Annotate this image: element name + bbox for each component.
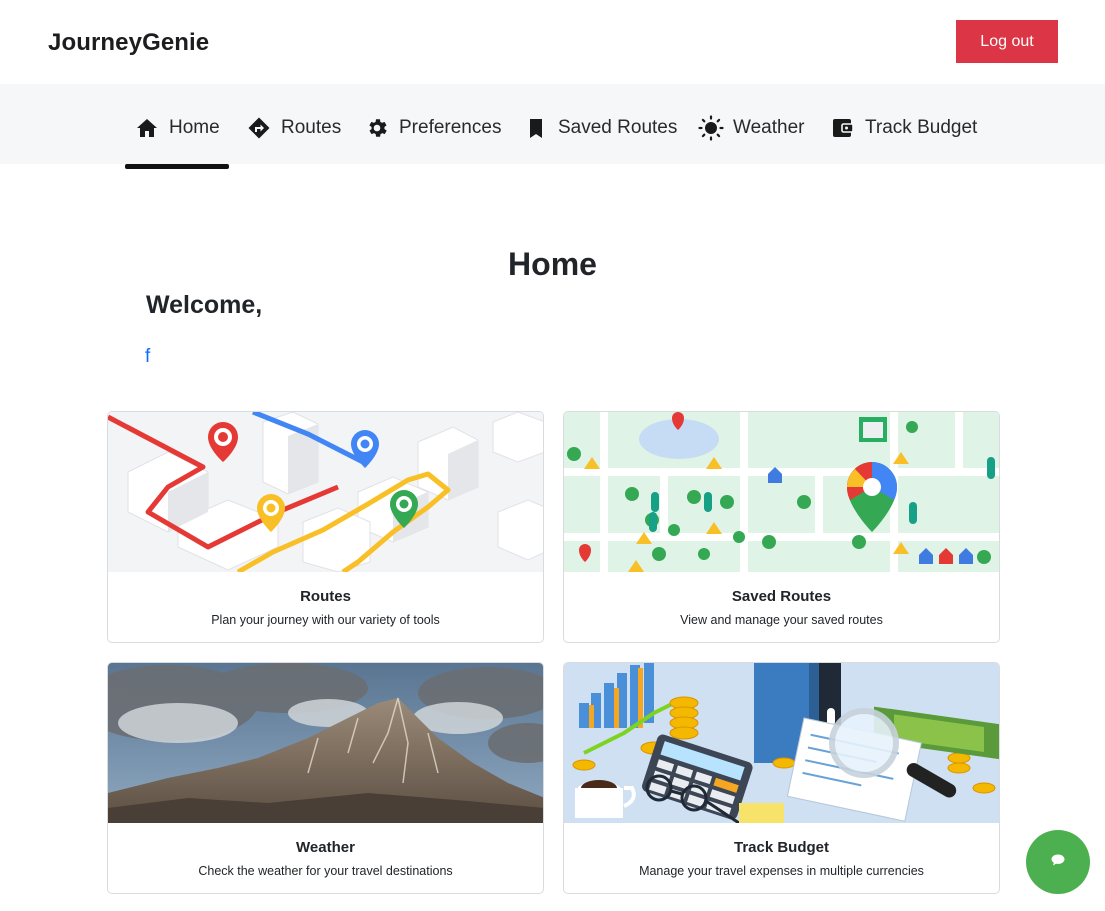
gear-icon bbox=[364, 115, 390, 141]
card-title: Routes bbox=[300, 588, 351, 605]
nav-item-home[interactable]: Home bbox=[125, 108, 229, 169]
nav-label: Track Budget bbox=[865, 117, 978, 138]
logout-button[interactable]: Log out bbox=[956, 20, 1058, 63]
username-link[interactable]: f bbox=[145, 346, 150, 368]
card-track-budget[interactable]: Track Budget Manage your travel expenses… bbox=[563, 662, 1000, 894]
route-map-illustration bbox=[108, 412, 543, 572]
card-title: Weather bbox=[296, 839, 355, 856]
bookmark-icon bbox=[523, 115, 549, 141]
nav-label: Preferences bbox=[399, 117, 502, 138]
mountain-photo bbox=[108, 663, 543, 823]
nav-item-track-budget[interactable]: Track Budget bbox=[830, 108, 977, 148]
home-icon bbox=[134, 115, 160, 141]
page-title: Home bbox=[508, 246, 597, 282]
card-weather[interactable]: Weather Check the weather for your trave… bbox=[107, 662, 544, 894]
directions-icon bbox=[246, 115, 272, 141]
chat-icon bbox=[1051, 853, 1065, 871]
nav-label: Home bbox=[169, 117, 220, 138]
top-header: JourneyGenie Log out bbox=[0, 0, 1105, 84]
map-pins-illustration bbox=[564, 412, 999, 572]
card-description: Check the weather for your travel destin… bbox=[198, 864, 453, 878]
card-saved-routes[interactable]: Saved Routes View and manage your saved … bbox=[563, 411, 1000, 643]
card-title: Track Budget bbox=[733, 839, 830, 856]
nav-label: Weather bbox=[733, 117, 805, 138]
main-nav: Home Routes Preferences Saved Routes Wea… bbox=[0, 84, 1105, 169]
card-routes[interactable]: Routes Plan your journey with our variet… bbox=[107, 411, 544, 643]
card-title: Saved Routes bbox=[731, 588, 832, 605]
card-description: View and manage your saved routes bbox=[680, 613, 883, 627]
welcome-heading: Welcome, bbox=[146, 291, 263, 319]
nav-item-preferences[interactable]: Preferences bbox=[364, 108, 501, 148]
brand-logo[interactable]: JourneyGenie bbox=[48, 29, 209, 57]
wallet-icon bbox=[830, 115, 856, 141]
sun-icon bbox=[698, 115, 724, 141]
chat-button[interactable] bbox=[1026, 830, 1090, 894]
nav-label: Saved Routes bbox=[558, 117, 678, 138]
nav-label: Routes bbox=[281, 117, 342, 138]
finance-illustration bbox=[564, 663, 999, 823]
card-description: Plan your journey with our variety of to… bbox=[211, 613, 440, 627]
nav-item-saved-routes[interactable]: Saved Routes bbox=[523, 108, 677, 148]
nav-item-routes[interactable]: Routes bbox=[246, 108, 341, 148]
nav-item-weather[interactable]: Weather bbox=[698, 108, 804, 148]
card-description: Manage your travel expenses in multiple … bbox=[639, 864, 924, 878]
